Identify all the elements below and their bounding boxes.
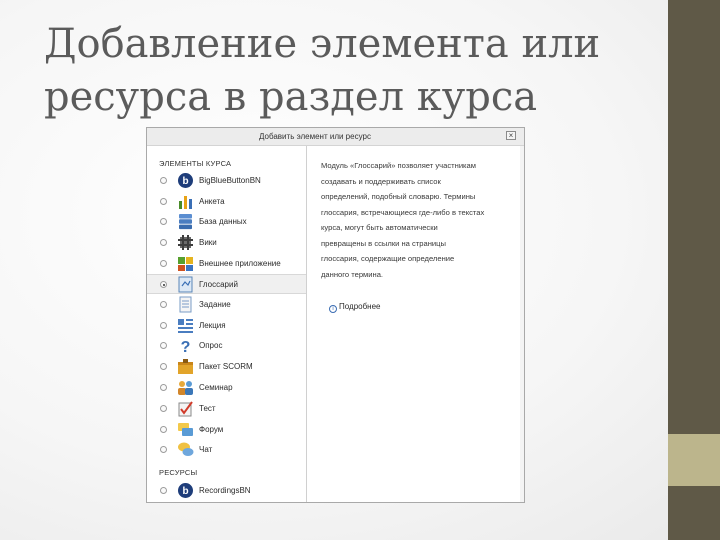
resources-section-header: РЕСУРСЫ <box>159 468 198 477</box>
close-icon: × <box>508 131 514 140</box>
radio-button[interactable] <box>160 405 167 412</box>
radio-button[interactable] <box>160 446 167 453</box>
list-item-label: BigBlueButtonBN <box>199 176 261 185</box>
description-line: создавать и поддерживать список <box>321 176 441 186</box>
dialog-title: Добавить элемент или ресурс <box>259 132 371 141</box>
list-item-workshop[interactable]: Семинар <box>147 378 306 398</box>
list-item-wiki[interactable]: Вики <box>147 233 306 253</box>
list-item-survey[interactable]: Анкета <box>147 192 306 212</box>
more-info-label: Подробнее <box>339 302 381 311</box>
list-item-label: Тест <box>199 404 216 413</box>
list-item-label: Анкета <box>199 197 225 206</box>
list-item-choice[interactable]: ? Опрос <box>147 336 306 356</box>
list-item-label: RecordingsBN <box>199 486 251 495</box>
slide-title: Добавление элемента или ресурса в раздел… <box>44 18 644 124</box>
more-info-link[interactable]: i Подробнее <box>329 302 381 313</box>
scorm-package-icon <box>178 359 193 374</box>
list-item-label: База данных <box>199 217 247 226</box>
side-bar-light-block <box>668 434 720 486</box>
list-item-label: Задание <box>199 300 231 309</box>
radio-button[interactable] <box>160 260 167 267</box>
recordings-icon: b <box>178 483 193 498</box>
radio-button[interactable] <box>160 218 167 225</box>
database-icon <box>179 214 192 230</box>
svg-text:?: ? <box>181 339 191 354</box>
radio-button[interactable] <box>160 322 167 329</box>
list-item-label: Вики <box>199 238 217 247</box>
list-item-label: Семинар <box>199 383 233 392</box>
description-line: превращены в ссылки на страницы <box>321 238 446 248</box>
radio-button-selected[interactable] <box>160 281 167 288</box>
list-item-label: Глоссарий <box>199 280 238 289</box>
list-item-label: Чат <box>199 445 213 454</box>
chat-icon <box>178 442 194 456</box>
side-bar-dark-block-bottom <box>668 486 720 540</box>
radio-button[interactable] <box>160 301 167 308</box>
description-line: глоссария, содержащие определение <box>321 254 455 263</box>
wiki-icon <box>178 235 193 250</box>
list-item-lesson[interactable]: Лекция <box>147 316 306 336</box>
list-item-glossary[interactable]: Глоссарий <box>147 274 306 294</box>
list-item-external-tool[interactable]: Внешнее приложение <box>147 254 306 274</box>
puzzle-icon <box>178 257 193 271</box>
question-icon: ? <box>181 339 191 354</box>
radio-button[interactable] <box>160 487 167 494</box>
description-line: глоссария, встречающиеся где-либо в текс… <box>321 207 485 217</box>
module-list: ЭЛЕМЕНТЫ КУРСА b BigBlueButtonBN Анкета <box>147 146 307 502</box>
description-line: данного термина. <box>321 269 384 279</box>
elements-section-header: ЭЛЕМЕНТЫ КУРСА <box>159 159 232 168</box>
list-item-label: Опрос <box>199 341 223 350</box>
quiz-icon <box>178 401 193 417</box>
workshop-icon <box>178 381 193 395</box>
svg-text:b: b <box>182 486 188 497</box>
list-item-scorm[interactable]: Пакет SCORM <box>147 357 306 377</box>
list-item-label: Форум <box>199 425 224 434</box>
svg-text:b: b <box>182 176 188 187</box>
list-item-label: Внешнее приложение <box>199 259 281 268</box>
close-button[interactable]: × <box>506 131 516 140</box>
radio-button[interactable] <box>160 239 167 246</box>
radio-button[interactable] <box>160 177 167 184</box>
radio-button[interactable] <box>160 426 167 433</box>
description-line: курса, могут быть автоматически <box>321 223 438 232</box>
forum-icon <box>178 423 193 436</box>
radio-button[interactable] <box>160 363 167 370</box>
slide-title-line-1: Добавление элемента или <box>44 21 601 67</box>
info-icon: i <box>329 305 337 313</box>
dialog-scrollbar[interactable] <box>520 146 524 502</box>
bigbluebutton-icon: b <box>178 173 193 188</box>
list-item-forum[interactable]: Форум <box>147 420 306 440</box>
dialog-header: Добавить элемент или ресурс × <box>147 128 524 146</box>
assignment-icon <box>179 296 192 313</box>
list-item-chat[interactable]: Чат <box>147 440 306 460</box>
slide-title-line-2: ресурса в раздел курса <box>44 74 538 120</box>
add-activity-dialog: Добавить элемент или ресурс × ЭЛЕМЕНТЫ К… <box>146 127 525 503</box>
chart-icon <box>179 196 192 209</box>
decorative-side-bar <box>668 0 720 540</box>
list-item-label: Пакет SCORM <box>199 362 253 371</box>
description-line: Модуль «Глоссарий» позволяет участникам <box>321 161 476 170</box>
radio-button[interactable] <box>160 384 167 391</box>
lesson-icon <box>178 319 193 333</box>
list-item-label: Лекция <box>199 321 226 330</box>
list-item-recordingsbn[interactable]: b RecordingsBN <box>147 481 306 501</box>
radio-button[interactable] <box>160 342 167 349</box>
list-item-database[interactable]: База данных <box>147 212 306 232</box>
list-item-bigbluebuttonbn[interactable]: b BigBlueButtonBN <box>147 171 306 191</box>
glossary-icon <box>178 276 193 293</box>
side-bar-dark-block <box>668 0 720 434</box>
list-item-assignment[interactable]: Задание <box>147 295 306 315</box>
module-description: Модуль «Глоссарий» позволяет участникам … <box>321 158 517 282</box>
description-line: определений, подобный словарю. Термины <box>321 192 476 201</box>
list-item-quiz[interactable]: Тест <box>147 399 306 419</box>
radio-button[interactable] <box>160 198 167 205</box>
